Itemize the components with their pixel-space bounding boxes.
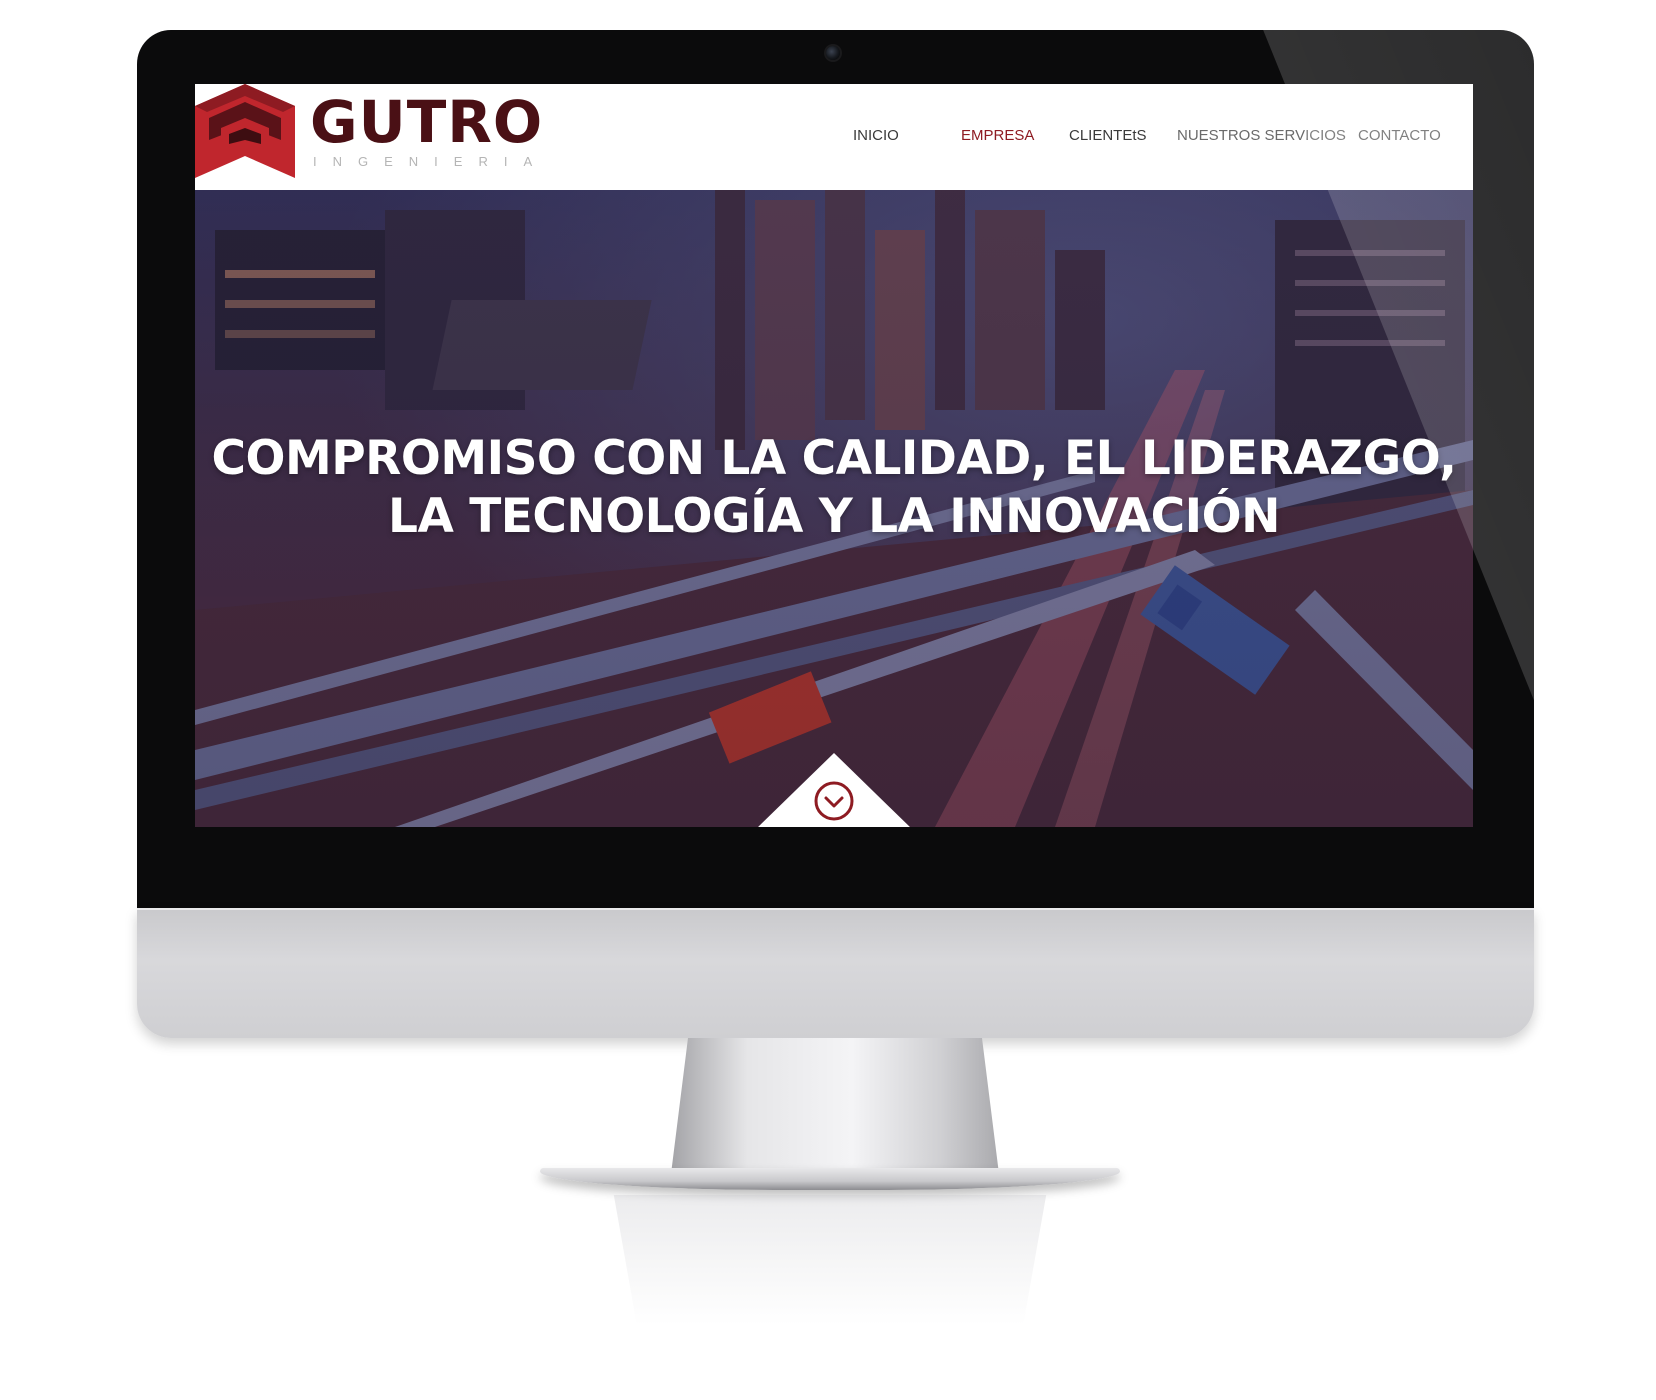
nav-item-clientes[interactable]: CLIENTEtS: [1069, 126, 1147, 146]
imac-stand: [670, 1038, 1000, 1178]
nav-item-servicios[interactable]: NUESTROS SERVICIOS: [1177, 126, 1346, 146]
camera-icon: [826, 46, 840, 60]
logo[interactable]: GUTRO INGENIERIA: [195, 84, 542, 190]
hero-title-line-2: LA TECNOLOGÍA Y LA INNOVACIÓN: [388, 489, 1280, 544]
website-screen: GUTRO INGENIERIA INICIO EMPRESA CLIENTEt…: [195, 84, 1473, 827]
nav-item-inicio[interactable]: INICIO: [853, 126, 899, 146]
hero-banner: COMPROMISO CON LA CALIDAD, EL LIDERAZGO,…: [195, 190, 1473, 827]
hero-title-line-1: COMPROMISO CON LA CALIDAD, EL LIDERAZGO,: [211, 431, 1457, 486]
house-logo-icon: [195, 84, 295, 178]
site-header: GUTRO INGENIERIA INICIO EMPRESA CLIENTEt…: [195, 84, 1473, 190]
stand-reflection: [613, 1195, 1047, 1325]
brand-name: GUTRO: [310, 88, 544, 156]
imac-stand-base: [540, 1168, 1120, 1190]
nav-item-contacto[interactable]: CONTACTO: [1358, 126, 1441, 146]
chevron-down-circle-icon[interactable]: [812, 779, 856, 823]
imac-chin: [137, 908, 1534, 1038]
brand-tagline: INGENIERIA: [313, 154, 549, 169]
main-nav: INICIO EMPRESA CLIENTEtS NUESTROS SERVIC…: [853, 84, 1473, 190]
nav-item-empresa[interactable]: EMPRESA: [961, 126, 1034, 146]
